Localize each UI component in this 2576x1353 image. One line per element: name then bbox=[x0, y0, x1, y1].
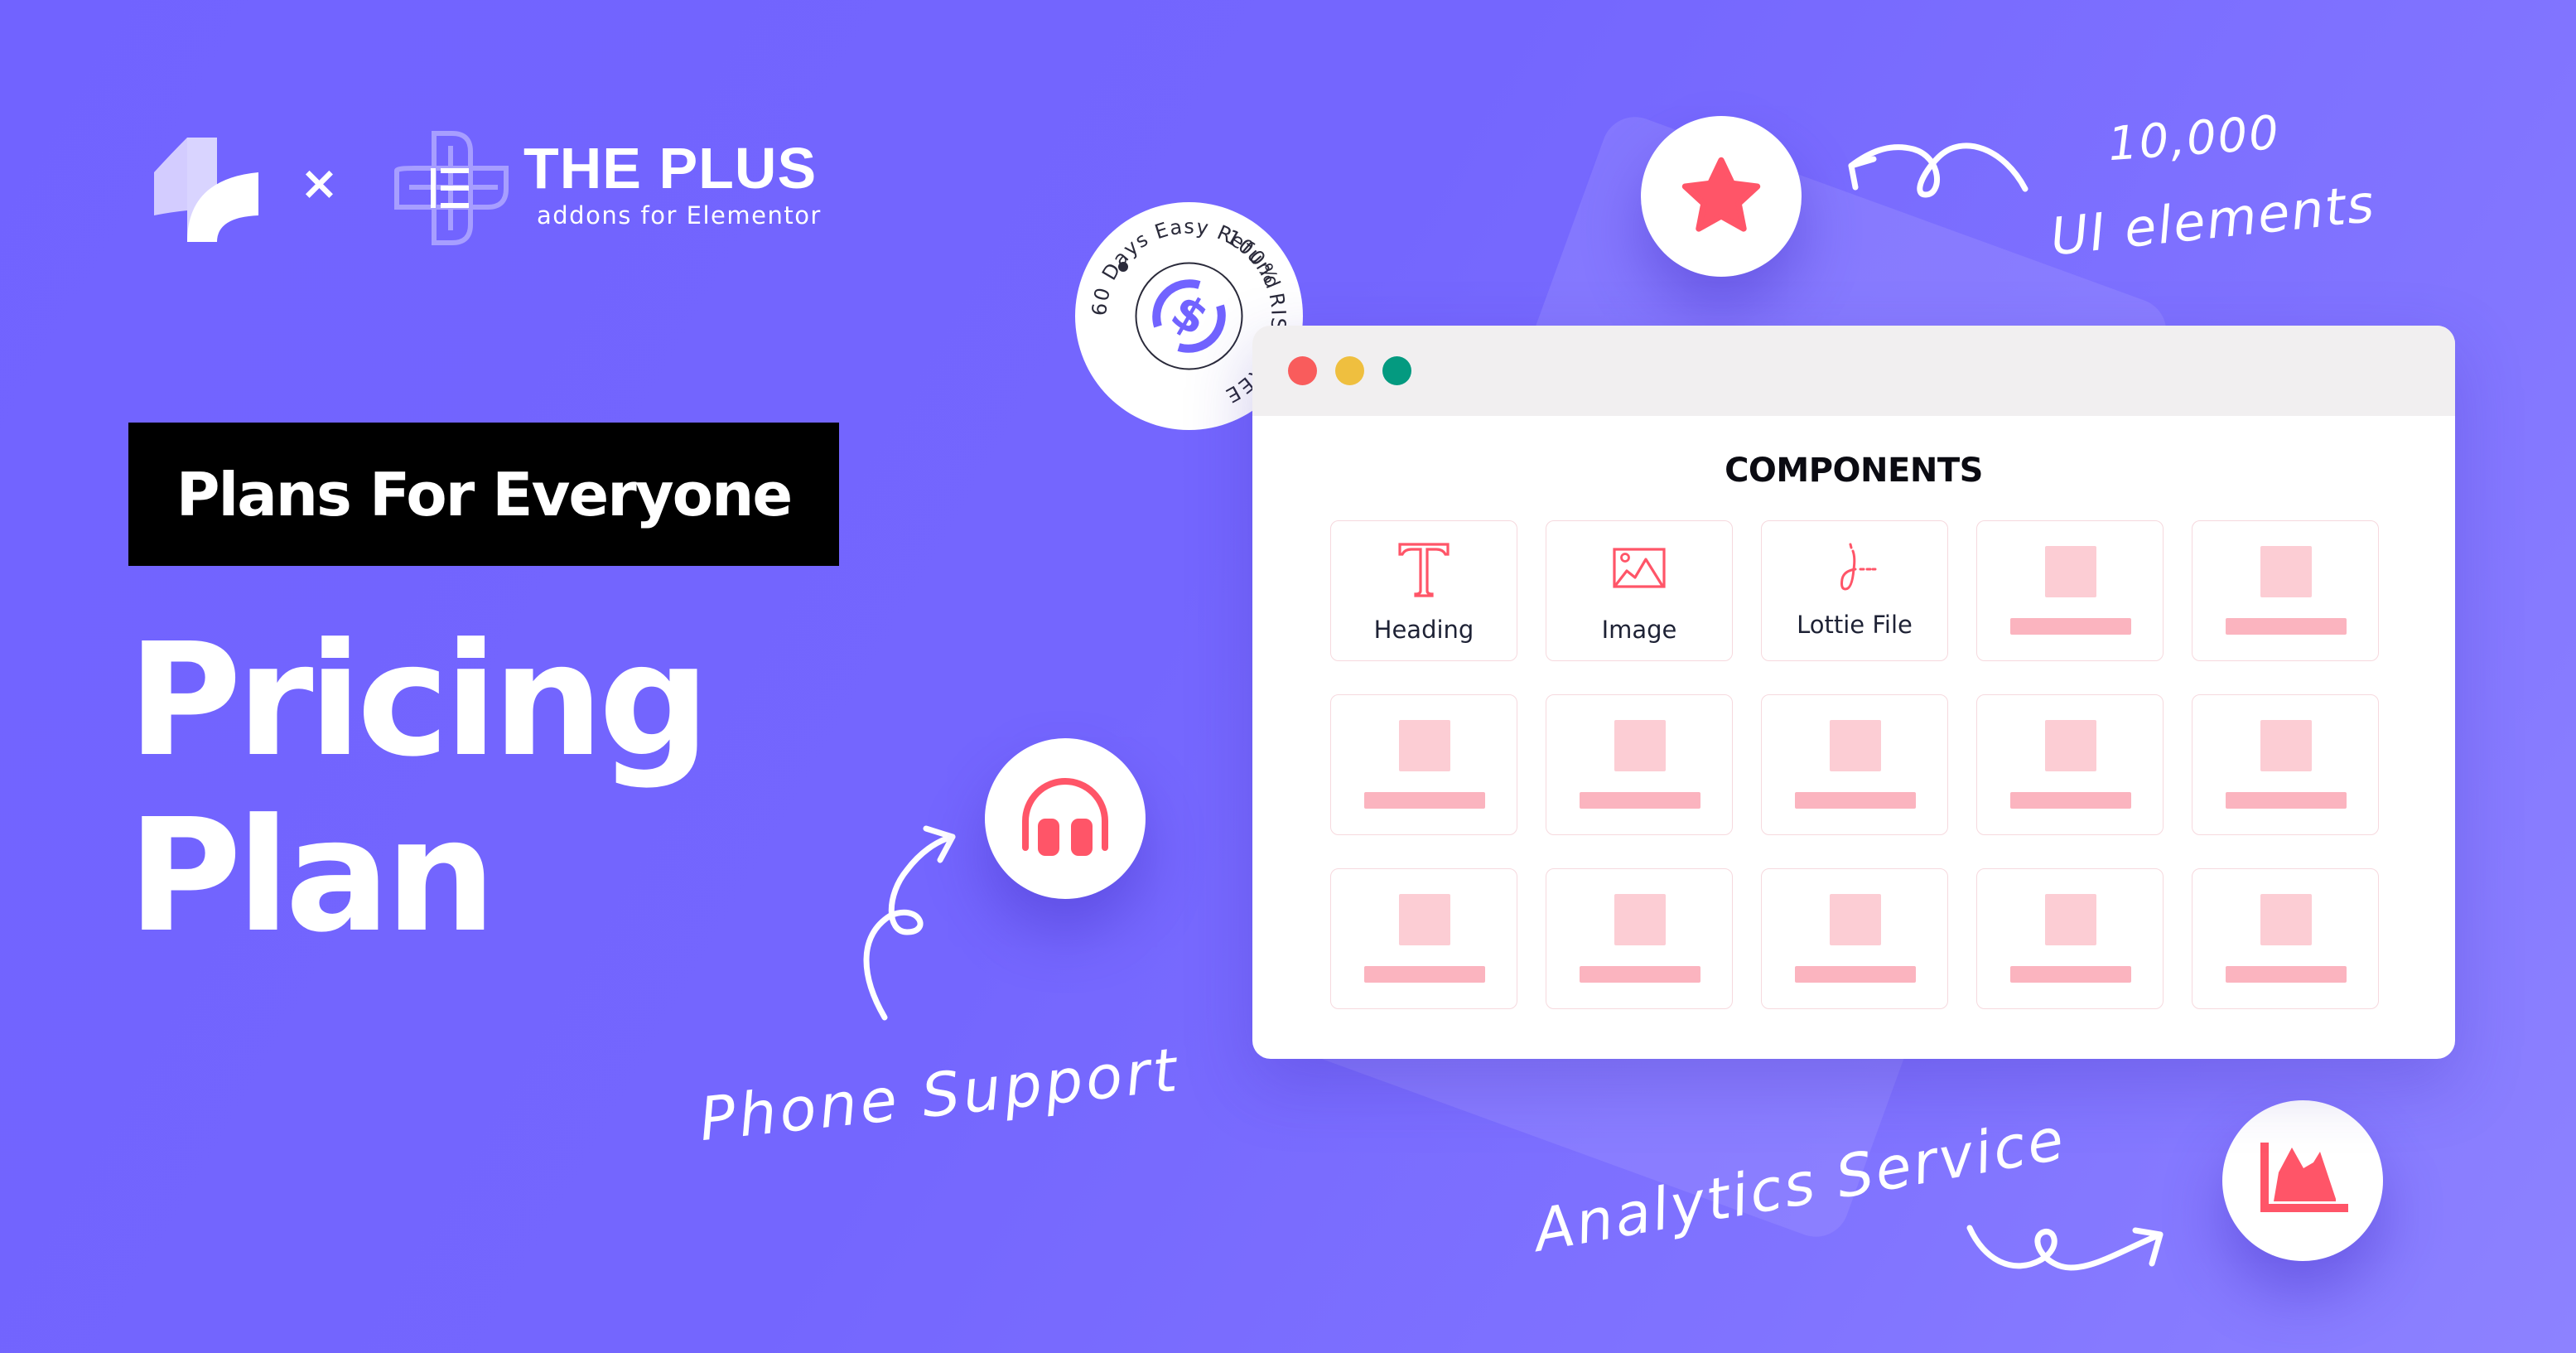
the-plus-logo-icon bbox=[394, 131, 509, 245]
placeholder-thumbnail bbox=[1399, 720, 1450, 771]
placeholder-label-bar bbox=[1795, 966, 1916, 983]
placeholder-thumbnail bbox=[1830, 720, 1881, 771]
ui-elements-count: 10,000 bbox=[2106, 105, 2282, 172]
placeholder-thumbnail bbox=[2045, 546, 2096, 597]
placeholder-card bbox=[2192, 520, 2379, 661]
arrow-to-headphones bbox=[863, 834, 956, 1021]
placeholder-card bbox=[1761, 694, 1948, 835]
star-icon bbox=[1681, 157, 1761, 232]
hero-title-line2: Plan bbox=[128, 785, 496, 967]
placeholder-thumbnail bbox=[2045, 720, 2096, 771]
component-label: Lottie File bbox=[1797, 611, 1913, 639]
components-window: COMPONENTS Heading Image Lottie File bbox=[1252, 326, 2455, 1059]
placeholder-card bbox=[1546, 868, 1733, 1009]
component-card-heading[interactable]: Heading bbox=[1330, 520, 1517, 661]
placeholder-label-bar bbox=[2226, 792, 2347, 809]
tagline-box: Plans For Everyone bbox=[128, 423, 839, 566]
placeholder-thumbnail bbox=[1830, 894, 1881, 945]
arrow-to-chart bbox=[1966, 1225, 2164, 1271]
placeholder-card bbox=[1976, 868, 2164, 1009]
arrow-to-star bbox=[1848, 143, 2028, 198]
placeholder-thumbnail bbox=[2045, 894, 2096, 945]
placeholder-card bbox=[2192, 868, 2379, 1009]
placeholder-label-bar bbox=[1580, 792, 1700, 809]
brand-subtitle: addons for Elementor bbox=[537, 201, 822, 230]
component-card-image[interactable]: Image bbox=[1546, 520, 1733, 661]
placeholder-label-bar bbox=[2226, 966, 2347, 983]
area-chart-icon bbox=[2260, 1143, 2348, 1212]
hero-title-line1: Pricing bbox=[128, 610, 710, 791]
placeholder-card bbox=[1761, 868, 1948, 1009]
component-label: Image bbox=[1601, 616, 1677, 644]
components-grid: Heading Image Lottie File bbox=[1330, 520, 2379, 1009]
placeholder-card bbox=[1330, 694, 1517, 835]
placeholder-card bbox=[2192, 694, 2379, 835]
components-title: COMPONENTS bbox=[1725, 452, 1983, 490]
phone-support-bubble bbox=[985, 738, 1146, 899]
phone-support-label: Phone Support bbox=[696, 1034, 1184, 1155]
placeholder-label-bar bbox=[1795, 792, 1916, 809]
placeholder-thumbnail bbox=[1399, 894, 1450, 945]
placeholder-thumbnail bbox=[1614, 894, 1666, 945]
placeholder-label-bar bbox=[2010, 618, 2131, 635]
placeholder-label-bar bbox=[2010, 792, 2131, 809]
window-close-button[interactable] bbox=[1288, 356, 1317, 385]
placeholder-card bbox=[1976, 520, 2164, 661]
brand-separator: × bbox=[300, 157, 339, 210]
component-card-lottie[interactable]: Lottie File bbox=[1761, 520, 1948, 661]
placeholder-label-bar bbox=[2010, 966, 2131, 983]
analytics-bubble bbox=[2222, 1100, 2383, 1261]
window-minimize-button[interactable] bbox=[1335, 356, 1364, 385]
placeholder-thumbnail bbox=[2260, 546, 2312, 597]
component-label: Heading bbox=[1373, 616, 1474, 644]
placeholder-label-bar bbox=[2226, 618, 2347, 635]
tagline: Plans For Everyone bbox=[176, 459, 793, 529]
ui-elements-label: UI elements bbox=[2048, 172, 2379, 268]
hero-title: Pricing Plan bbox=[128, 610, 710, 967]
partner-plus-logo-icon bbox=[154, 138, 258, 242]
placeholder-thumbnail bbox=[1614, 720, 1666, 771]
heading-icon bbox=[1398, 543, 1450, 597]
dollar-refund-icon: $ bbox=[1152, 279, 1226, 353]
ui-elements-bubble bbox=[1641, 116, 1802, 277]
placeholder-thumbnail bbox=[2260, 720, 2312, 771]
window-titlebar bbox=[1252, 326, 2455, 416]
headphones-icon bbox=[1022, 778, 1108, 856]
placeholder-label-bar bbox=[1580, 966, 1700, 983]
placeholder-card bbox=[1976, 694, 2164, 835]
placeholder-thumbnail bbox=[2260, 894, 2312, 945]
placeholder-label-bar bbox=[1364, 966, 1485, 983]
brand-title: THE PLUS bbox=[523, 136, 818, 201]
image-icon bbox=[1613, 548, 1666, 588]
placeholder-card bbox=[1546, 694, 1733, 835]
placeholder-label-bar bbox=[1364, 792, 1485, 809]
lottie-icon bbox=[1840, 543, 1877, 591]
placeholder-card bbox=[1330, 868, 1517, 1009]
window-maximize-button[interactable] bbox=[1382, 356, 1411, 385]
